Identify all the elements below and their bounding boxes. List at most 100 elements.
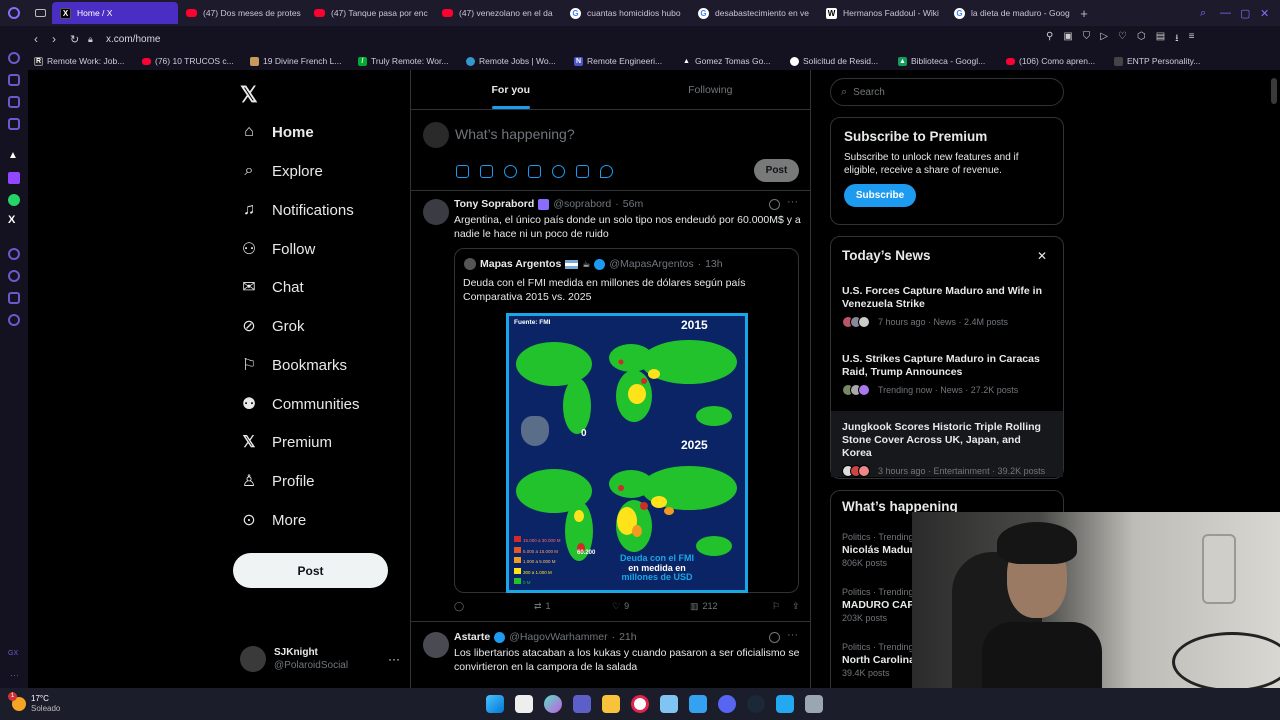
bookmark-item[interactable]: ▲ Gomez Tomas Go...	[682, 56, 786, 66]
reload-icon[interactable]: ↻	[70, 33, 88, 46]
sidebar-app-icon[interactable]	[8, 118, 20, 130]
extensions-sidebar-icon[interactable]	[8, 292, 20, 304]
bookmark-item[interactable]: R Remote Work: Job...	[34, 56, 138, 66]
grok-explain-icon[interactable]	[769, 632, 780, 643]
reply-icon[interactable]: ◯	[454, 601, 534, 612]
shield-icon[interactable]: ⛉	[1083, 31, 1091, 48]
composer-post-button[interactable]: Post	[754, 159, 799, 182]
browser-tab[interactable]: W Hermanos Faddoul - Wiki	[818, 2, 946, 24]
tweet[interactable]: Tony Soprabord @soprabord · 56m ··· Arge…	[411, 191, 810, 622]
tweet-time[interactable]: 21h	[619, 631, 637, 643]
opera-logo-icon[interactable]	[0, 7, 28, 19]
tweet-author-name[interactable]: Astarte	[454, 631, 490, 643]
play-icon[interactable]: ▷	[1100, 31, 1108, 48]
grok-explain-icon[interactable]	[769, 199, 780, 210]
calculator-icon[interactable]	[804, 695, 823, 713]
forward-icon[interactable]: ›	[52, 32, 70, 46]
poll-icon[interactable]	[528, 165, 541, 178]
like-button[interactable]: ♡ 9	[612, 601, 690, 612]
sidebar-app-icon[interactable]	[8, 96, 20, 108]
page-scrollbar[interactable]	[1271, 78, 1277, 104]
settings-icon[interactable]	[8, 314, 20, 326]
download-icon[interactable]: ⭳	[1175, 31, 1179, 48]
emoji-icon[interactable]	[552, 165, 565, 178]
copilot-icon[interactable]	[543, 695, 562, 713]
gif-icon[interactable]	[480, 165, 493, 178]
tweet[interactable]: Astarte @HagovWarhammer · 21h ··· Los li…	[411, 622, 810, 688]
vscode-icon[interactable]	[775, 695, 794, 713]
browser-tab[interactable]: Gcuantas homicidios hubo	[562, 2, 690, 24]
post-button[interactable]: Post	[233, 553, 388, 588]
gx-icon[interactable]: GX	[8, 650, 18, 657]
location-icon[interactable]	[600, 165, 613, 178]
file-explorer-icon[interactable]	[601, 695, 620, 713]
tweet-more-icon[interactable]: ···	[787, 196, 798, 208]
notepad-icon[interactable]	[659, 695, 678, 713]
tweet-time[interactable]: 56m	[623, 198, 643, 210]
browser-tab[interactable]: Gdesabastecimiento en ve	[690, 2, 818, 24]
site-settings-icon[interactable]: 🔒︎	[88, 34, 106, 45]
news-item[interactable]: U.S. Strikes Capture Maduro in Caracas R…	[831, 349, 1063, 409]
bookmark-item[interactable]: Remote Jobs | Wo...	[466, 56, 570, 66]
steam-icon[interactable]	[746, 695, 765, 713]
retweet-button[interactable]: ⇄ 1	[534, 601, 612, 612]
wallet-icon[interactable]: ▤	[1156, 31, 1165, 48]
tweet-author-handle[interactable]: @soprabord	[553, 198, 611, 210]
teams-icon[interactable]	[572, 695, 591, 713]
whatsapp-icon[interactable]	[8, 194, 20, 206]
sidebar-app-icon[interactable]: ▲	[8, 150, 18, 161]
tab-switcher-icon[interactable]	[28, 9, 52, 17]
nav-item-explore[interactable]: ⌕ Explore	[240, 159, 323, 183]
nav-item-bookmarks[interactable]: ⚐ Bookmarks	[240, 353, 347, 377]
nav-item-follow[interactable]: ⚇ Follow	[240, 237, 316, 261]
search-box[interactable]: ⌕ Search	[830, 78, 1064, 106]
nav-item-chat[interactable]: ✉ Chat	[240, 275, 303, 299]
task-view-icon[interactable]	[514, 695, 533, 713]
nav-item-home[interactable]: ⌂ Home	[240, 120, 314, 144]
map-image[interactable]: Fuente: FMI 2015 0 2025 60.200 15.000 a …	[506, 313, 748, 593]
quoted-tweet[interactable]: Mapas Argentos ☕︎ @MapasArgentos · 13h D…	[454, 248, 799, 593]
music-icon[interactable]	[8, 248, 20, 260]
nav-item-premium[interactable]: 𝕏 Premium	[240, 430, 332, 454]
nav-item-notifications[interactable]: ♫ Notifications	[240, 198, 354, 222]
share-icon[interactable]: ⇪	[792, 601, 800, 612]
tweet-more-icon[interactable]: ···	[787, 629, 798, 641]
twitch-icon[interactable]	[8, 172, 20, 184]
avatar[interactable]	[423, 632, 449, 658]
close-window-icon[interactable]: ✕	[1260, 7, 1280, 20]
more-sidebar-icon[interactable]: ···	[10, 670, 19, 680]
store-icon[interactable]	[688, 695, 707, 713]
tab-following[interactable]: Following	[611, 70, 811, 109]
browser-tab-active[interactable]: X Home / X	[52, 2, 178, 24]
browser-tab[interactable]: (47) Tanque pasa por enc	[306, 2, 434, 24]
x-app-icon[interactable]: X	[8, 214, 15, 226]
heart-icon[interactable]: ♡	[1118, 31, 1127, 48]
x-logo[interactable]: 𝕏	[240, 82, 258, 108]
subscribe-button[interactable]: Subscribe	[844, 184, 916, 207]
bookmark-tweet-icon[interactable]: ⚐	[772, 601, 792, 612]
tweet-author-name[interactable]: Tony Soprabord	[454, 198, 534, 210]
discord-icon[interactable]	[717, 695, 736, 713]
image-icon[interactable]	[456, 165, 469, 178]
aria-icon[interactable]	[8, 52, 20, 64]
back-icon[interactable]: ‹	[34, 32, 52, 46]
bookmark-item[interactable]: 19 Divine French L...	[250, 56, 354, 66]
tab-for-you[interactable]: For you	[411, 70, 611, 109]
schedule-icon[interactable]	[576, 165, 589, 178]
bookmark-item[interactable]: (76) 10 TRUCOS c...	[142, 56, 246, 66]
avatar[interactable]	[423, 199, 449, 225]
browser-tab[interactable]: (47) venezolano en el da	[434, 2, 562, 24]
nav-item-profile[interactable]: ♙ Profile	[240, 469, 315, 493]
bookmark-item[interactable]: N Remote Engineeri...	[574, 56, 678, 66]
bookmark-item[interactable]: Solicitud de Resid...	[790, 56, 894, 66]
grok-image-icon[interactable]	[504, 165, 517, 178]
nav-item-more[interactable]: ⊙ More	[240, 508, 306, 532]
snapshot-icon[interactable]: ▣	[1063, 31, 1072, 48]
pin-icon[interactable]: ⚲	[1046, 31, 1053, 48]
history-icon[interactable]	[8, 270, 20, 282]
composer-input[interactable]: What’s happening?	[455, 126, 575, 142]
more-options-icon[interactable]: ···	[388, 652, 400, 666]
url-field[interactable]: x.com/home	[106, 34, 1046, 45]
news-item[interactable]: Jungkook Scores Historic Triple Rolling …	[831, 411, 1063, 477]
weather-widget[interactable]: 1 17°C Soleado	[0, 692, 120, 714]
